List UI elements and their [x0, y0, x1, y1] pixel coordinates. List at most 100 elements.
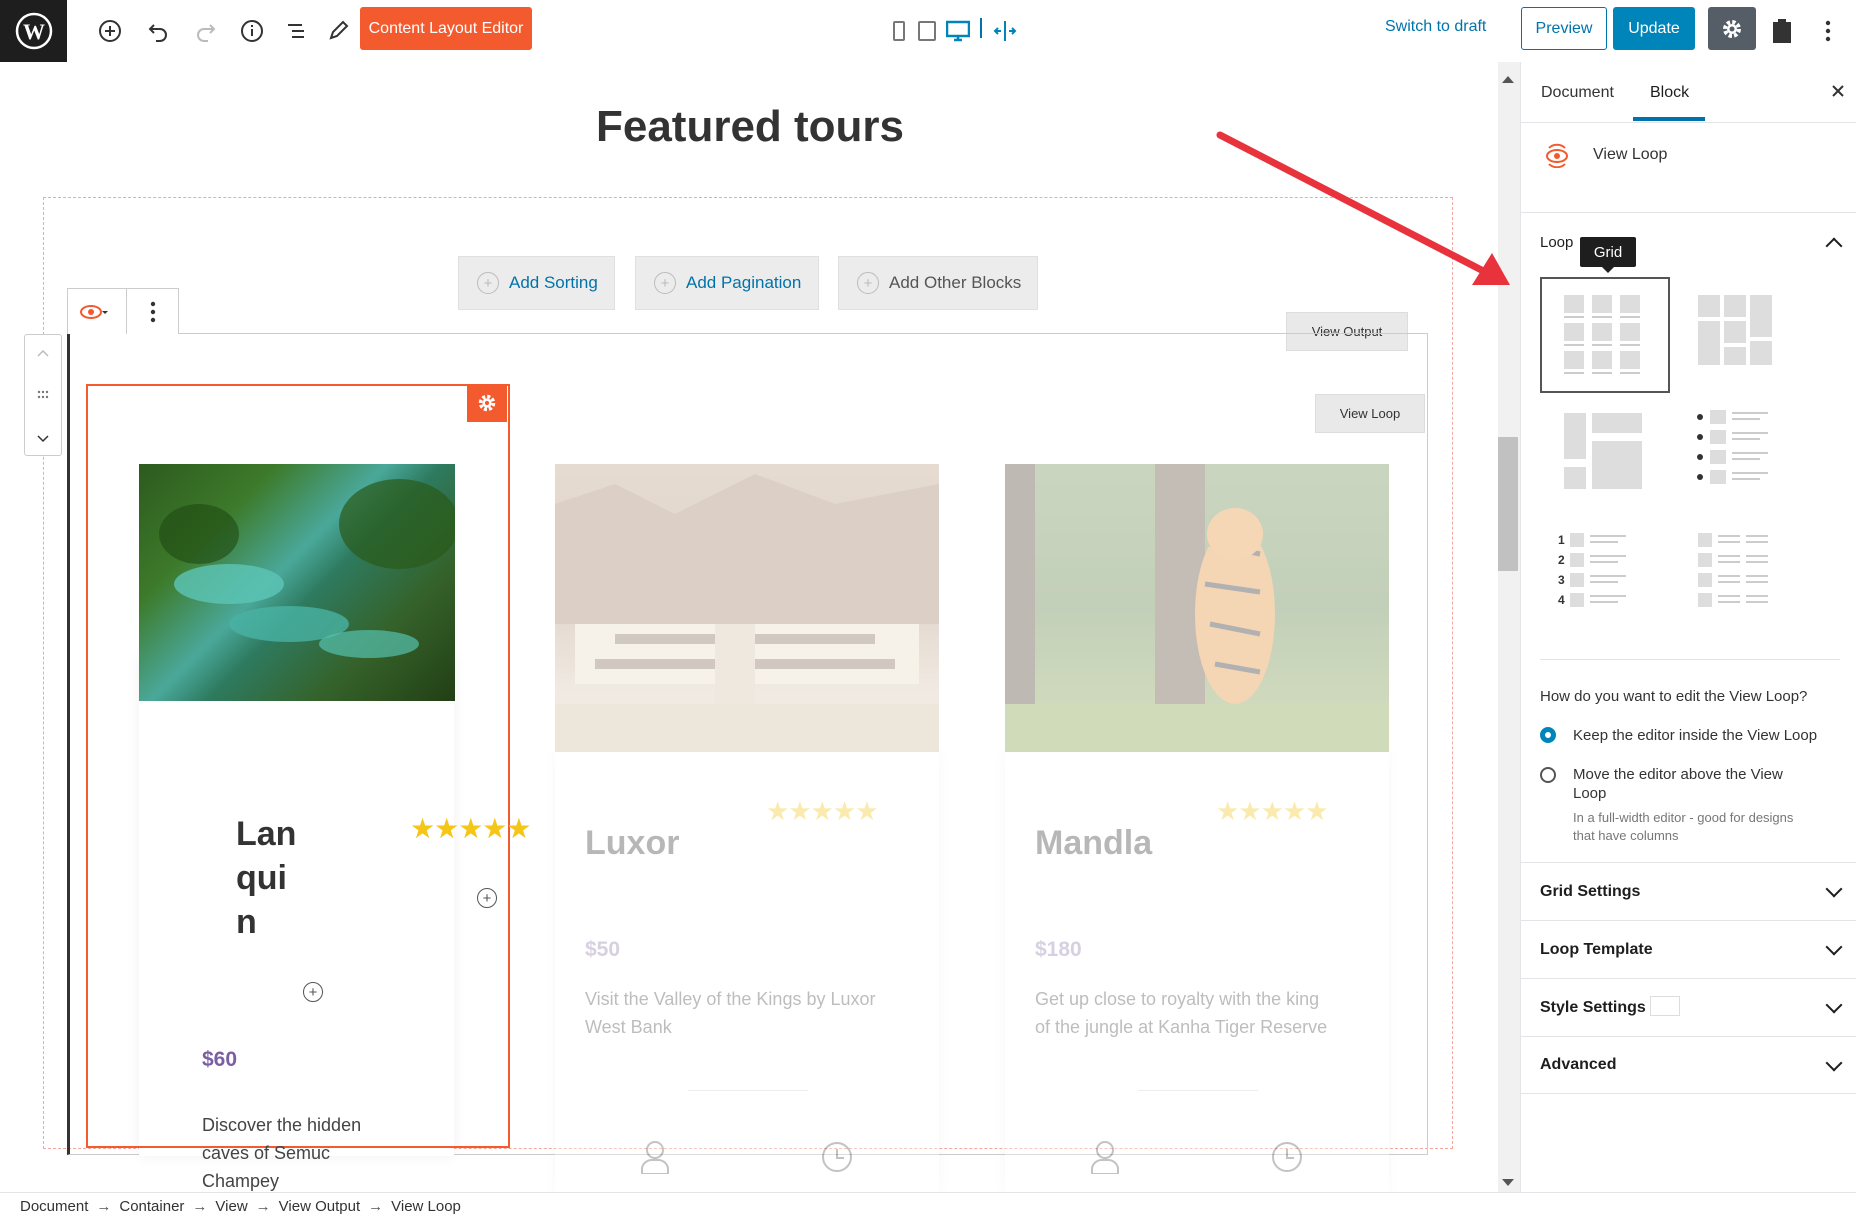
radio-move-editor-above[interactable]	[1540, 767, 1556, 783]
tour-price[interactable]: $180	[1035, 938, 1082, 962]
user-icon	[640, 1140, 670, 1179]
more-options-icon[interactable]	[1810, 13, 1846, 49]
move-up-icon[interactable]	[36, 345, 50, 363]
plus-icon: +	[477, 272, 499, 294]
description-line: of the jungle at Kanha Tiger Reserve	[1035, 1017, 1328, 1037]
undo-icon[interactable]	[140, 13, 176, 49]
tour-image-luxor[interactable]	[555, 464, 939, 752]
breadcrumb-item[interactable]: View Output	[279, 1198, 360, 1215]
rating-stars: ★★★★★	[766, 796, 879, 826]
add-pagination-label: Add Pagination	[686, 273, 802, 292]
block-mover	[24, 334, 62, 456]
preview-button[interactable]: Preview	[1521, 7, 1607, 50]
breadcrumb-item[interactable]: Container	[119, 1198, 184, 1215]
content-layout-editor-button[interactable]: Content Layout Editor	[360, 7, 532, 50]
advanced-title: Advanced	[1540, 1056, 1617, 1073]
view-loop-tag[interactable]: View Loop	[1315, 394, 1425, 433]
breadcrumb-item[interactable]: View	[215, 1198, 247, 1215]
plus-icon: +	[654, 272, 676, 294]
breadcrumb-item[interactable]: Document	[20, 1198, 88, 1215]
grid-settings-panel[interactable]: Grid Settings	[1520, 862, 1856, 920]
tour-image-mandla[interactable]	[1005, 464, 1389, 752]
tour-price[interactable]: $60	[202, 1048, 237, 1072]
top-toolbar: W Content Layout Editor Switch to draft …	[0, 0, 1856, 63]
info-icon[interactable]	[234, 13, 270, 49]
svg-text:W: W	[23, 19, 45, 44]
layout-option-bulleted-list[interactable]	[1690, 397, 1820, 513]
chevron-down-icon	[1825, 996, 1843, 1014]
tab-document[interactable]: Document	[1541, 84, 1614, 102]
tour-price[interactable]: $50	[585, 938, 620, 962]
add-block-icon[interactable]	[92, 13, 128, 49]
unformatted-layout-icon	[1564, 413, 1642, 489]
option-move-label[interactable]: Move the editor above the View Loop	[1573, 765, 1783, 803]
block-more-options-icon[interactable]	[150, 301, 156, 328]
advanced-panel[interactable]: Advanced	[1520, 1036, 1856, 1094]
tour-description[interactable]: Discover the hidden caves of Semuc Champ…	[202, 1111, 361, 1195]
layout-option-grid[interactable]	[1540, 277, 1670, 393]
style-color-swatch	[1650, 996, 1680, 1016]
add-block-plus-icon[interactable]: +	[477, 888, 497, 908]
add-sorting-label: Add Sorting	[509, 273, 598, 292]
style-settings-panel[interactable]: Style Settings	[1520, 978, 1856, 1036]
add-other-blocks-button[interactable]: + Add Other Blocks	[838, 256, 1038, 310]
card-settings-gear-icon[interactable]	[467, 384, 507, 422]
edit-pencil-icon[interactable]	[320, 13, 356, 49]
plus-icon: +	[857, 272, 879, 294]
block-toolbar	[67, 288, 179, 334]
grid-layout-icon	[1564, 295, 1640, 374]
clock-icon	[1270, 1140, 1304, 1179]
style-settings-title: Style Settings	[1540, 998, 1646, 1016]
list-number: 2	[1558, 553, 1565, 567]
tablet-preview-icon[interactable]	[912, 13, 942, 49]
description-line: caves of Semuc	[202, 1143, 331, 1163]
breadcrumb-item[interactable]: View Loop	[391, 1198, 461, 1215]
card-divider	[1138, 1090, 1258, 1091]
tour-title-luxor[interactable]: Luxor	[585, 824, 679, 863]
list-number: 1	[1558, 533, 1565, 547]
section-divider	[1540, 659, 1840, 660]
close-sidebar-icon[interactable]	[1831, 84, 1845, 103]
tour-description[interactable]: Visit the Valley of the Kings by Luxor W…	[585, 985, 876, 1041]
scroll-up-arrow-icon[interactable]	[1502, 70, 1514, 88]
wordpress-logo-icon[interactable]: W	[0, 0, 67, 62]
loop-section-title: Loop	[1540, 234, 1574, 251]
redo-icon[interactable]	[188, 13, 224, 49]
grid-tooltip: Grid	[1580, 237, 1636, 273]
view-loop-block-icon[interactable]	[80, 301, 110, 328]
layout-option-numbered-list[interactable]: 1 2 3 4	[1540, 517, 1670, 633]
add-pagination-button[interactable]: + Add Pagination	[635, 256, 819, 310]
settings-gear-button[interactable]	[1708, 7, 1756, 50]
scroll-down-arrow-icon[interactable]	[1502, 1174, 1514, 1192]
layout-option-unformatted[interactable]	[1540, 397, 1670, 513]
block-navigation-icon[interactable]	[278, 13, 314, 49]
move-down-icon[interactable]	[36, 431, 50, 449]
masonry-layout-icon	[1698, 295, 1772, 365]
arrow-right-icon: →	[96, 1198, 112, 1215]
option-move-line: Loop	[1573, 785, 1607, 802]
desktop-preview-icon[interactable]	[942, 13, 974, 49]
width-toggle-icon[interactable]	[990, 13, 1020, 49]
clipboard-icon[interactable]	[1764, 13, 1800, 49]
canvas-scrollbar-thumb[interactable]	[1498, 437, 1518, 571]
rating-stars: ★★★★★	[410, 813, 532, 844]
drag-handle-icon[interactable]	[36, 387, 50, 405]
loop-template-panel[interactable]: Loop Template	[1520, 920, 1856, 978]
tour-title-mandla[interactable]: Mandla	[1035, 824, 1152, 863]
layout-option-table[interactable]	[1690, 517, 1820, 633]
switch-to-draft-link[interactable]: Switch to draft	[1385, 18, 1486, 36]
tour-title-lanquin[interactable]: Lan qui n	[236, 812, 296, 944]
loop-section-header[interactable]: Loop	[1520, 212, 1856, 272]
add-block-plus-icon[interactable]: +	[303, 982, 323, 1002]
mobile-preview-icon[interactable]	[884, 13, 914, 49]
option-keep-label[interactable]: Keep the editor inside the View Loop	[1573, 727, 1817, 744]
tour-description[interactable]: Get up close to royalty with the king of…	[1035, 985, 1327, 1041]
update-button[interactable]: Update	[1613, 7, 1695, 50]
layout-option-masonry[interactable]	[1690, 277, 1820, 393]
radio-keep-editor-inside[interactable]	[1540, 727, 1556, 743]
arrow-right-icon: →	[368, 1198, 384, 1215]
arrow-right-icon: →	[255, 1198, 271, 1215]
tab-block[interactable]: Block	[1650, 84, 1689, 102]
add-sorting-button[interactable]: + Add Sorting	[458, 256, 615, 310]
tour-image-lanquin[interactable]	[139, 464, 455, 701]
